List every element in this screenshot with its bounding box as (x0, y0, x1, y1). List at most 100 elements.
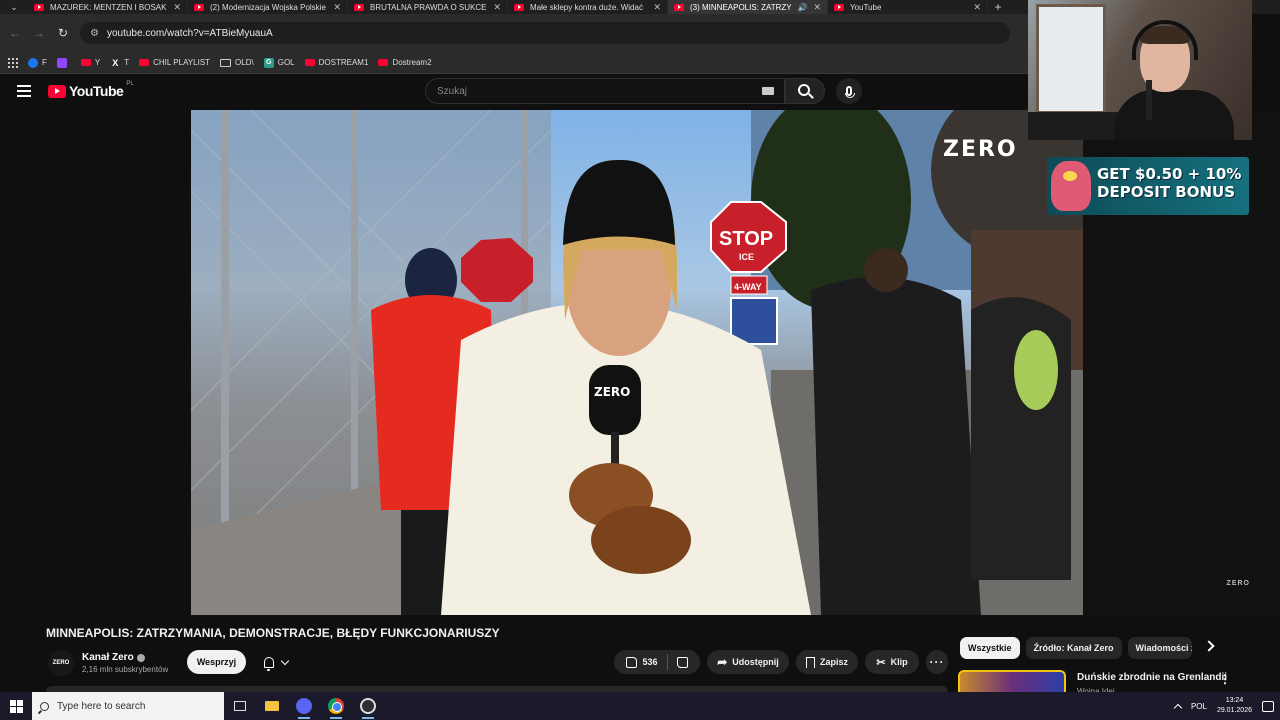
tab-title: MAZUREK: MENTZEN I BOSAK (50, 2, 167, 12)
bookmark-folder[interactable]: OLD\ (220, 58, 254, 67)
clock[interactable]: 13:24 29.01.2026 (1217, 696, 1252, 716)
discord-icon (296, 698, 312, 714)
close-icon[interactable]: ✕ (173, 2, 181, 13)
youtube-icon (354, 3, 364, 11)
bookmark-item[interactable]: XT (110, 58, 129, 68)
microphone-icon (845, 86, 855, 98)
taskbar-search[interactable]: Type here to search (32, 692, 224, 720)
browser-tab[interactable]: BRUTALNA PRAWDA O SUKCES ✕ (348, 0, 508, 14)
obs-button[interactable] (352, 692, 384, 720)
file-explorer-button[interactable] (256, 692, 288, 720)
youtube-icon (514, 3, 524, 11)
speaker-icon[interactable]: 🔊 (797, 3, 807, 12)
chrome-button[interactable] (320, 692, 352, 720)
voice-search-button[interactable] (836, 78, 862, 104)
channel-name[interactable]: Kanał Zero (82, 652, 168, 663)
streamer-webcam (1028, 0, 1252, 140)
bookmark-item[interactable]: DOSTREAM1 (304, 58, 369, 67)
taskbar-search-placeholder: Type here to search (57, 700, 146, 712)
chip-all[interactable]: Wszystkie (960, 637, 1020, 659)
apps-grid-icon[interactable] (8, 57, 18, 68)
reload-icon[interactable]: ↻ (56, 26, 70, 40)
search-input[interactable]: Szukaj (425, 78, 785, 104)
svg-text:STOP: STOP (719, 228, 773, 250)
youtube-icon (304, 59, 315, 66)
browser-tab-active[interactable]: (3) MINNEAPOLIS: ZATRZY 🔊 ✕ (668, 0, 828, 14)
tab-title: (3) MINNEAPOLIS: ZATRZY (690, 2, 792, 12)
close-icon[interactable]: ✕ (333, 2, 341, 13)
browser-tab[interactable]: YouTube ✕ (828, 0, 988, 14)
close-icon[interactable]: ✕ (813, 2, 821, 13)
chip-source[interactable]: Źródło: Kanał Zero (1025, 637, 1122, 659)
youtube-icon (834, 3, 844, 11)
discord-button[interactable] (288, 692, 320, 720)
clock-time: 13:24 (1225, 697, 1244, 704)
like-count[interactable]: 536 (642, 657, 657, 667)
search-placeholder: Szukaj (437, 85, 468, 97)
notifications-button[interactable] (254, 650, 298, 674)
close-icon[interactable]: ✕ (653, 2, 661, 13)
youtube-logo[interactable]: YouTube PL (48, 81, 134, 99)
bookmark-item[interactable]: F (28, 57, 47, 68)
headset-icon (1132, 20, 1198, 60)
bookmark-icon (805, 656, 815, 668)
folder-icon (220, 58, 232, 67)
obs-icon (360, 698, 376, 714)
share-label: Udostępnij (732, 657, 779, 667)
search-icon (40, 701, 49, 711)
bookmark-item[interactable]: G GOL (263, 57, 295, 68)
thumbs-up-icon[interactable] (626, 656, 638, 668)
like-dislike-control: 536 (614, 650, 700, 674)
scissors-icon: ✂ (876, 656, 886, 669)
bookmark-label: DOSTREAM1 (318, 58, 369, 67)
site-info-icon[interactable]: ⚙ (90, 28, 99, 39)
bookmark-label: T (124, 58, 130, 67)
more-actions-button[interactable]: ··· (926, 650, 948, 674)
task-view-button[interactable] (224, 692, 256, 720)
thumbs-down-icon[interactable] (676, 656, 688, 668)
recommended-thumbnail[interactable] (958, 670, 1066, 692)
channel-info: ZERO Kanał Zero 2,16 mln subskrybentów (48, 650, 168, 676)
bookmark-item[interactable] (56, 57, 71, 68)
browser-tab[interactable]: MAZUREK: MENTZEN I BOSAK ✕ (28, 0, 188, 14)
verified-icon (136, 653, 145, 662)
address-bar[interactable]: ⚙ youtube.com/watch?v=ATBieMyuauA (80, 22, 1010, 44)
more-vert-icon[interactable]: ⋮ (1219, 672, 1231, 686)
search-button[interactable] (785, 78, 825, 104)
bookmarks-bar: F Y XT CHIL PLAYLIST OLD\ G GOL DOSTREAM1… (0, 52, 1030, 74)
browser-toolbar: ← → ↻ ⚙ youtube.com/watch?v=ATBieMyuauA (0, 14, 1030, 52)
chevron-right-icon[interactable] (1203, 640, 1215, 652)
tab-search-button[interactable]: ⌄ (0, 0, 28, 14)
browser-tab[interactable]: Małe sklepy kontra duże. Widać ✕ (508, 0, 668, 14)
bookmark-item[interactable]: Dostream2 (378, 58, 432, 67)
chip-news[interactable]: Wiadomości z (1127, 637, 1192, 659)
close-icon[interactable]: ✕ (973, 2, 981, 13)
close-icon[interactable]: ✕ (493, 2, 501, 13)
save-button[interactable]: Zapisz (796, 650, 858, 674)
youtube-icon (194, 3, 204, 11)
chevron-up-icon[interactable] (1173, 703, 1183, 712)
x-icon: X (112, 57, 119, 68)
video-player[interactable]: STOP ICE 4-WAY ZERO (191, 110, 1083, 615)
video-title: MINNEAPOLIS: ZATRZYMANIA, DEMONSTRACJE, … (46, 626, 500, 640)
forward-arrow-icon[interactable]: → (32, 26, 46, 40)
bookmark-item[interactable]: CHIL PLAYLIST (139, 58, 210, 67)
language-indicator[interactable]: POL (1191, 702, 1207, 711)
menu-icon[interactable] (17, 85, 31, 97)
share-button[interactable]: ➦ Udostępnij (707, 650, 789, 674)
avatar[interactable]: ZERO (48, 650, 74, 676)
chrome-icon (328, 698, 344, 714)
clip-button[interactable]: ✂ Klip (865, 650, 919, 674)
back-arrow-icon[interactable]: ← (8, 26, 22, 40)
bonus-line: DEPOSIT BONUS (1097, 183, 1236, 201)
support-button[interactable]: Wesprzyj (187, 650, 246, 674)
youtube-play-icon (48, 84, 66, 98)
windows-start-icon[interactable] (0, 692, 32, 720)
bookmark-label: CHIL PLAYLIST (153, 58, 211, 67)
browser-tab[interactable]: (2) Modernizacja Wojska Polskie ✕ (188, 0, 348, 14)
keyboard-icon[interactable] (762, 87, 774, 95)
new-tab-button[interactable]: + (988, 0, 1008, 14)
notification-icon[interactable] (1262, 700, 1274, 712)
recommended-title[interactable]: Duńskie zbrodnie na Grenlandii (1077, 672, 1227, 683)
bookmark-item[interactable]: Y (80, 58, 100, 67)
